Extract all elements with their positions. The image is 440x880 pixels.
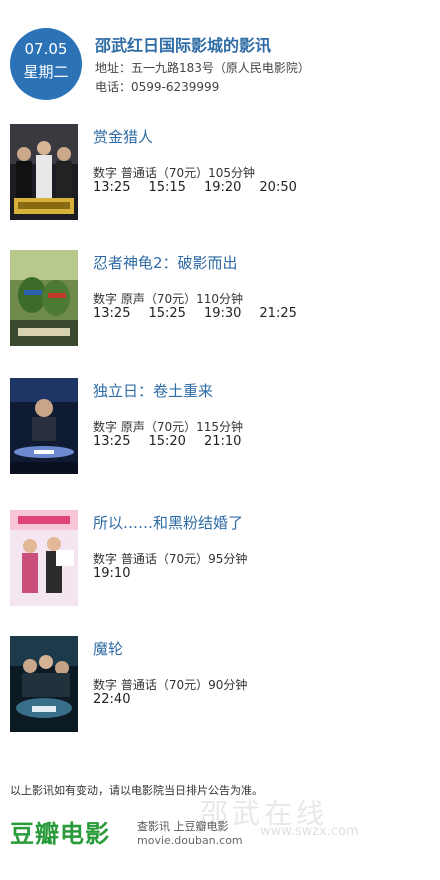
showtime[interactable]: 21:25 (259, 306, 296, 321)
showtime[interactable]: 15:15 (148, 180, 185, 195)
movie-poster[interactable] (10, 510, 78, 606)
movie-info: 数字 普通话（70元）95分钟 (93, 552, 248, 566)
movie-item[interactable]: 独立日：卷土重来 数字 原声（70元）115分钟 13:25 15:20 21:10 (10, 378, 430, 478)
showtime[interactable]: 13:25 (93, 180, 130, 195)
showtime[interactable]: 21:10 (204, 434, 241, 449)
date-day: 07.05 (24, 40, 68, 58)
movie-title[interactable]: 所以……和黑粉结婚了 (93, 512, 243, 533)
movie-title[interactable]: 赏金猎人 (93, 126, 153, 147)
showtime-list: 13:25 15:15 19:20 20:50 (93, 180, 315, 195)
movie-title[interactable]: 魔轮 (93, 638, 123, 659)
movie-title[interactable]: 独立日：卷土重来 (93, 380, 213, 401)
movie-poster[interactable] (10, 250, 78, 346)
showtime-list: 19:10 (93, 566, 148, 581)
movie-poster[interactable] (10, 378, 78, 474)
movie-poster[interactable] (10, 124, 78, 220)
movie-item[interactable]: 忍者神龟2：破影而出 数字 原声（70元）110分钟 13:25 15:25 19:… (10, 250, 430, 350)
site-watermark-url: www.swzx.com (260, 824, 359, 839)
douban-movie-logo[interactable]: 豆瓣电影 (10, 814, 110, 849)
showtime[interactable]: 20:50 (259, 180, 296, 195)
showtime-list: 13:25 15:20 21:10 (93, 434, 259, 449)
showtime[interactable]: 15:20 (148, 434, 185, 449)
douban-tagline: 查影讯 上豆瓣电影 (137, 820, 229, 833)
showtime[interactable]: 22:40 (93, 692, 130, 707)
showtime[interactable]: 13:25 (93, 306, 130, 321)
showtime-list: 13:25 15:25 19:30 21:25 (93, 306, 315, 321)
cinema-header: 07.05 星期二 邵武红日国际影城的影讯 地址：五一九路183号（原人民电影院… (10, 28, 430, 100)
showtime[interactable]: 19:30 (204, 306, 241, 321)
cinema-address: 地址：五一九路183号（原人民电影院） (95, 61, 310, 75)
cinema-title: 邵武红日国际影城的影讯 (95, 36, 272, 55)
showtime[interactable]: 13:25 (93, 434, 130, 449)
movie-title[interactable]: 忍者神龟2：破影而出 (93, 252, 238, 273)
movie-item[interactable]: 所以……和黑粉结婚了 数字 普通话（70元）95分钟 19:10 (10, 510, 430, 610)
date-badge: 07.05 星期二 (10, 28, 82, 100)
movie-info: 数字 原声（70元）115分钟 (93, 420, 243, 434)
showtime-list: 22:40 (93, 692, 148, 707)
showtime[interactable]: 19:20 (204, 180, 241, 195)
date-weekday: 星期二 (23, 63, 69, 81)
movie-item[interactable]: 魔轮 数字 普通话（70元）90分钟 22:40 (10, 636, 430, 736)
showtime[interactable]: 15:25 (148, 306, 185, 321)
douban-url-link[interactable]: movie.douban.com (137, 834, 243, 847)
movie-poster[interactable] (10, 636, 78, 732)
showtime[interactable]: 19:10 (93, 566, 130, 581)
cinema-phone: 电话：0599-6239999 (95, 80, 220, 94)
movie-info: 数字 原声（70元）110分钟 (93, 292, 243, 306)
movie-info: 数字 普通话（70元）90分钟 (93, 678, 248, 692)
movie-info: 数字 普通话（70元）105分钟 (93, 166, 255, 180)
movie-item[interactable]: 赏金猎人 数字 普通话（70元）105分钟 13:25 15:15 19:20 20:… (10, 124, 430, 224)
